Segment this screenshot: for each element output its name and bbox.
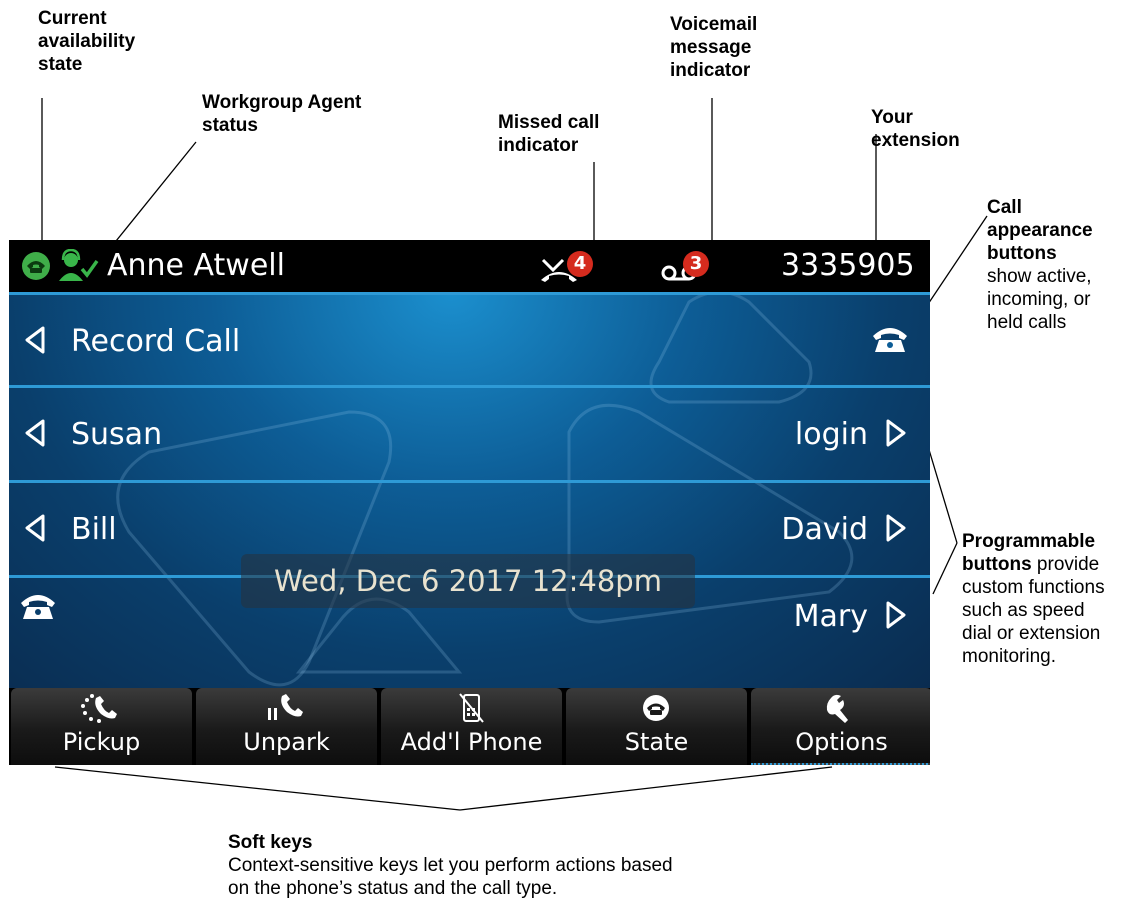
leader-softkeys-b: [459, 766, 833, 811]
callout-availability-line-3: state: [38, 54, 83, 75]
callout-extension: Your extension: [871, 106, 960, 152]
callout-call-appearance-line-2: incoming, or: [987, 289, 1091, 310]
callout-availability-line-2: availability: [38, 31, 136, 52]
callout-call-appearance-bold-3: buttons: [987, 243, 1057, 264]
softkey-options[interactable]: Options: [751, 688, 930, 765]
left-arrow-icon: [25, 514, 45, 542]
callout-extension-line-1: Your: [871, 107, 913, 128]
extension-number: 3335905: [781, 248, 915, 283]
callout-call-appearance-line-3: held calls: [987, 312, 1067, 333]
callout-agent-line-2: status: [202, 115, 258, 136]
status-bar: Anne Atwell 4 3 3335905: [9, 240, 930, 292]
callout-programmable-line-3: dial or extension: [962, 623, 1101, 644]
leader-programmable-b: [932, 542, 958, 595]
callout-missed-line-1: Missed call: [498, 112, 600, 133]
softkey-state[interactable]: State: [566, 688, 747, 765]
phone-display: Anne Atwell 4 3 3335905 Record Call Susa…: [9, 240, 930, 765]
callout-agent-line-1: Workgroup Agent: [202, 92, 362, 113]
user-name: Anne Atwell: [107, 248, 285, 283]
susan-label: Susan: [71, 417, 163, 452]
callout-call-appearance: Call appearance buttons show active, inc…: [987, 196, 1093, 334]
voicemail-badge: 3: [683, 251, 709, 277]
wrench-icon: [826, 694, 848, 723]
softkey-addl-phone-label: Add'l Phone: [400, 728, 543, 756]
line-row-record-call[interactable]: Record Call: [9, 296, 930, 386]
softkey-pickup-label: Pickup: [62, 728, 141, 756]
callout-call-appearance-bold-1: Call: [987, 197, 1022, 218]
callout-voicemail: Voicemail message indicator: [670, 13, 757, 82]
row-separator: [9, 292, 930, 295]
login-label: login: [794, 417, 868, 452]
callout-softkeys-line-1: Context-sensitive keys let you perform a…: [228, 855, 673, 876]
row-separator: [9, 480, 930, 483]
callout-programmable-line-0: buttons provide: [962, 553, 1105, 576]
callout-call-appearance-bold-2: appearance: [987, 220, 1093, 241]
softkey-unpark[interactable]: Unpark: [196, 688, 377, 765]
callout-programmable-buttons: buttons: [962, 554, 1032, 575]
availability-state-icon[interactable]: [21, 251, 51, 281]
line-row-susan[interactable]: Susan login: [9, 389, 930, 479]
callout-softkeys-title: Soft keys: [228, 832, 313, 853]
date-time-display: Wed, Dec 6 2017 12:48pm: [241, 554, 695, 608]
david-label: David: [781, 512, 868, 547]
callout-programmable-line-2: such as speed: [962, 600, 1085, 621]
record-call-label: Record Call: [71, 324, 241, 359]
callout-availability: Current availability state: [38, 7, 135, 76]
addl-phone-icon: [459, 693, 484, 723]
mary-label: Mary: [793, 599, 868, 634]
right-arrow-icon: [886, 419, 906, 447]
callout-softkeys: Soft keys Context-sensitive keys let you…: [228, 831, 673, 900]
callout-voicemail-line-2: message: [670, 37, 752, 58]
callout-availability-line-1: Current: [38, 8, 107, 29]
unpark-icon: [268, 694, 303, 720]
softkey-unpark-label: Unpark: [243, 728, 330, 756]
state-icon: [643, 695, 669, 721]
pickup-icon: [81, 694, 117, 723]
callout-programmable-title: Programmable: [962, 531, 1096, 552]
callout-softkeys-line-2: on the phone’s status and the call type.: [228, 878, 558, 899]
missed-call-count: 4: [573, 253, 587, 274]
callout-programmable-provide: provide: [1031, 554, 1100, 575]
main-screen: Record Call Susan login Bill David Mary …: [9, 292, 930, 688]
right-arrow-icon: [886, 601, 906, 629]
right-arrow-icon: [886, 514, 906, 542]
left-arrow-icon: [25, 326, 45, 354]
softkey-addl-phone[interactable]: Add'l Phone: [381, 688, 562, 765]
callout-call-appearance-line-1: show active,: [987, 266, 1092, 287]
callout-voicemail-line-1: Voicemail: [670, 14, 758, 35]
softkey-options-label: Options: [795, 728, 888, 756]
voicemail-count: 3: [689, 253, 703, 274]
callout-agent: Workgroup Agent status: [202, 91, 361, 137]
leader-agent: [111, 141, 197, 247]
callout-programmable-line-4: monitoring.: [962, 646, 1056, 667]
callout-missed: Missed call indicator: [498, 111, 599, 157]
softkey-pickup[interactable]: Pickup: [11, 688, 192, 765]
softkey-state-label: State: [624, 728, 689, 756]
callout-extension-line-2: extension: [871, 130, 960, 151]
workgroup-agent-icon[interactable]: [57, 249, 101, 283]
callout-voicemail-line-3: indicator: [670, 60, 751, 81]
callout-missed-line-2: indicator: [498, 135, 579, 156]
bill-label: Bill: [71, 512, 117, 547]
callout-programmable: Programmable buttons provide custom func…: [962, 530, 1105, 668]
missed-call-badge: 4: [567, 251, 593, 277]
callout-programmable-line-1: custom functions: [962, 577, 1105, 598]
call-appearance-phone-icon[interactable]: [19, 593, 57, 621]
leader-softkeys-a: [54, 766, 461, 811]
call-appearance-phone-icon[interactable]: [871, 326, 909, 354]
soft-key-bar: Pickup Unpark Add'l Phone State Options: [9, 688, 930, 765]
left-arrow-icon: [25, 419, 45, 447]
